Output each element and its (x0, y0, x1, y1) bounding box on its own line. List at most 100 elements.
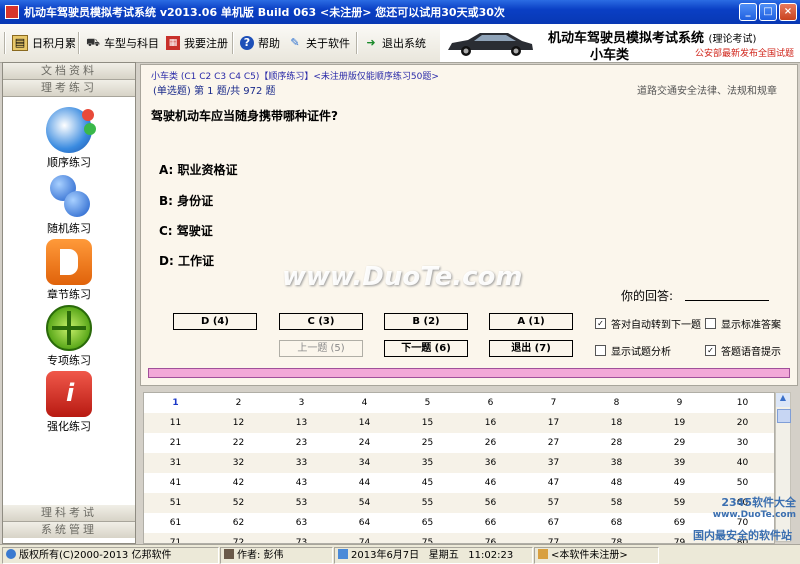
question-number[interactable]: 56 (459, 493, 522, 513)
question-number[interactable]: 41 (144, 473, 207, 493)
close-button[interactable]: × (779, 3, 797, 21)
question-number[interactable]: 7 (522, 393, 585, 413)
question-number[interactable]: 51 (144, 493, 207, 513)
sidebar-section-system[interactable]: 系统管理 (3, 522, 135, 538)
question-number[interactable]: 6 (459, 393, 522, 413)
sidebar-section-docs[interactable]: 文档资料 (3, 63, 135, 80)
question-number[interactable]: 78 (585, 533, 648, 543)
toolbar-item-vehicle[interactable]: ⛟ 车型与科目 (86, 33, 159, 53)
question-number[interactable]: 19 (648, 413, 711, 433)
question-number[interactable]: 64 (333, 513, 396, 533)
question-number[interactable]: 30 (711, 433, 774, 453)
sidebar-section-practice[interactable]: 理考练习 (3, 80, 135, 97)
auto-next-checkbox[interactable]: ✓ 答对自动转到下一题 (595, 316, 701, 331)
question-number[interactable]: 1 (144, 393, 207, 413)
question-number[interactable]: 57 (522, 493, 585, 513)
question-number[interactable]: 33 (270, 453, 333, 473)
question-number[interactable]: 14 (333, 413, 396, 433)
question-number[interactable]: 22 (207, 433, 270, 453)
question-number[interactable]: 54 (333, 493, 396, 513)
toolbar-item-register[interactable]: ▦ 我要注册 (166, 33, 228, 53)
question-number[interactable]: 47 (522, 473, 585, 493)
tool-chapter-practice[interactable]: 章节练习 (3, 239, 135, 302)
question-number[interactable]: 75 (396, 533, 459, 543)
question-number[interactable]: 66 (459, 513, 522, 533)
scroll-thumb[interactable] (777, 409, 791, 423)
question-number[interactable]: 5 (396, 393, 459, 413)
question-number[interactable]: 49 (648, 473, 711, 493)
question-number[interactable]: 52 (207, 493, 270, 513)
toolbar-item-help[interactable]: ? 帮助 (240, 33, 280, 53)
question-number[interactable]: 39 (648, 453, 711, 473)
question-number[interactable]: 53 (270, 493, 333, 513)
option-d[interactable]: D: 工作证 (159, 252, 214, 269)
question-number[interactable]: 32 (207, 453, 270, 473)
question-number[interactable]: 50 (711, 473, 774, 493)
tool-intensive-practice[interactable]: i 强化练习 (3, 371, 135, 434)
question-number[interactable]: 48 (585, 473, 648, 493)
question-number[interactable]: 28 (585, 433, 648, 453)
quit-button[interactable]: 退出 (7) (489, 340, 573, 357)
next-question-button[interactable]: 下一题 (6) (384, 340, 468, 357)
scroll-up-icon[interactable]: ▲ (776, 393, 790, 407)
tool-sequential-practice[interactable]: 顺序练习 (3, 107, 135, 170)
question-number[interactable]: 34 (333, 453, 396, 473)
question-number[interactable]: 73 (270, 533, 333, 543)
question-number[interactable]: 11 (144, 413, 207, 433)
question-number[interactable]: 9 (648, 393, 711, 413)
prev-question-button[interactable]: 上一题 (5) (279, 340, 363, 357)
question-number[interactable]: 43 (270, 473, 333, 493)
voice-prompt-checkbox[interactable]: ✓ 答题语音提示 (705, 343, 781, 358)
question-number[interactable]: 42 (207, 473, 270, 493)
question-number[interactable]: 71 (144, 533, 207, 543)
minimize-button[interactable]: _ (739, 3, 757, 21)
question-number[interactable]: 55 (396, 493, 459, 513)
question-number[interactable]: 58 (585, 493, 648, 513)
question-number[interactable]: 3 (270, 393, 333, 413)
question-number[interactable]: 4 (333, 393, 396, 413)
question-number[interactable]: 20 (711, 413, 774, 433)
show-answer-checkbox[interactable]: 显示标准答案 (705, 316, 781, 331)
answer-b-button[interactable]: B (2) (384, 313, 468, 330)
question-number[interactable]: 65 (396, 513, 459, 533)
question-number[interactable]: 63 (270, 513, 333, 533)
question-number[interactable]: 67 (522, 513, 585, 533)
question-number[interactable]: 18 (585, 413, 648, 433)
option-b[interactable]: B: 身份证 (159, 192, 213, 209)
question-number[interactable]: 25 (396, 433, 459, 453)
question-number[interactable]: 44 (333, 473, 396, 493)
answer-a-button[interactable]: A (1) (489, 313, 573, 330)
question-number[interactable]: 35 (396, 453, 459, 473)
toolbar-item-exit[interactable]: ➜ 退出系统 (364, 33, 426, 53)
maximize-button[interactable]: □ (759, 3, 777, 21)
question-number[interactable]: 40 (711, 453, 774, 473)
question-number[interactable]: 76 (459, 533, 522, 543)
question-number[interactable]: 26 (459, 433, 522, 453)
question-number[interactable]: 36 (459, 453, 522, 473)
answer-c-button[interactable]: C (3) (279, 313, 363, 330)
option-a[interactable]: A: 职业资格证 (159, 161, 238, 178)
tool-random-practice[interactable]: 随机练习 (3, 173, 135, 236)
question-number[interactable]: 29 (648, 433, 711, 453)
question-number[interactable]: 17 (522, 413, 585, 433)
question-number[interactable]: 27 (522, 433, 585, 453)
toolbar-item-daily[interactable]: ▤ 日积月累 (12, 33, 76, 53)
question-number[interactable]: 24 (333, 433, 396, 453)
question-number[interactable]: 13 (270, 413, 333, 433)
question-number[interactable]: 68 (585, 513, 648, 533)
question-number[interactable]: 15 (396, 413, 459, 433)
show-analysis-checkbox[interactable]: 显示试题分析 (595, 343, 671, 358)
option-c[interactable]: C: 驾驶证 (159, 222, 213, 239)
question-number[interactable]: 31 (144, 453, 207, 473)
question-number[interactable]: 62 (207, 513, 270, 533)
question-number[interactable]: 61 (144, 513, 207, 533)
question-number[interactable]: 12 (207, 413, 270, 433)
answer-d-button[interactable]: D (4) (173, 313, 257, 330)
question-number[interactable]: 74 (333, 533, 396, 543)
question-number[interactable]: 77 (522, 533, 585, 543)
question-number[interactable]: 37 (522, 453, 585, 473)
sidebar-section-exam[interactable]: 理科考试 (3, 505, 135, 522)
question-number[interactable]: 10 (711, 393, 774, 413)
question-number[interactable]: 8 (585, 393, 648, 413)
question-number[interactable]: 46 (459, 473, 522, 493)
